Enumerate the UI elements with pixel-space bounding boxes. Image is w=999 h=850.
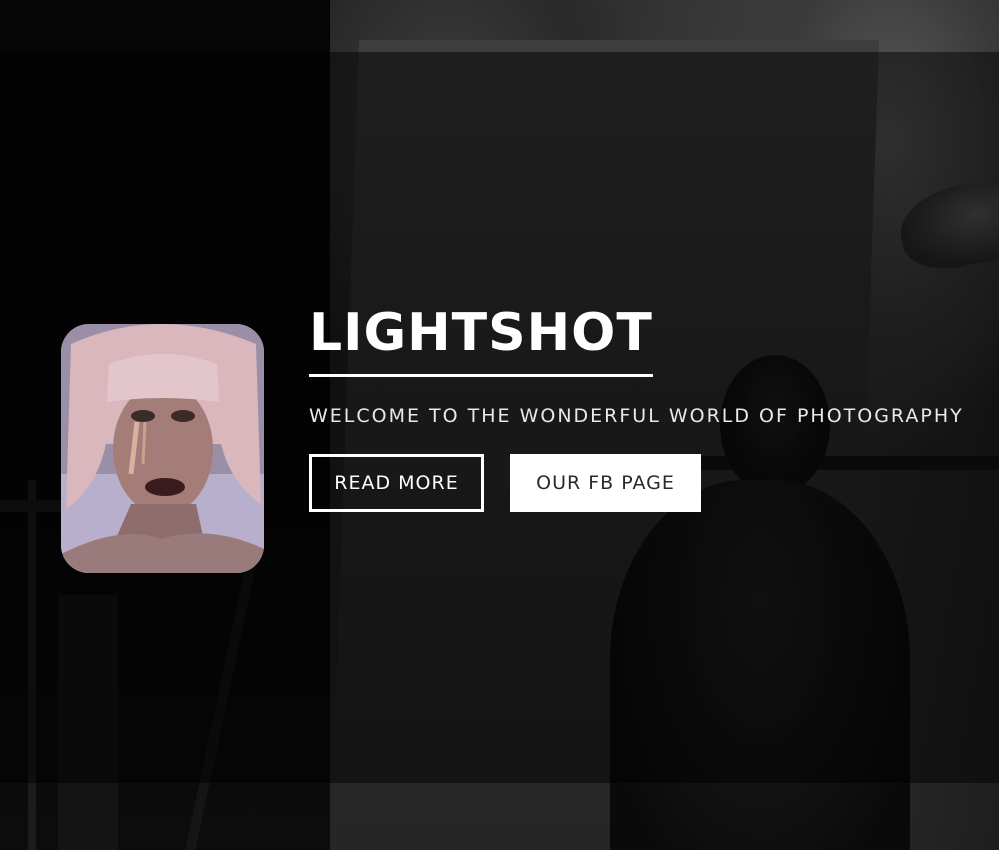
fb-page-button[interactable]: OUR FB PAGE — [510, 454, 701, 512]
read-more-button[interactable]: READ MORE — [309, 454, 484, 512]
portrait-image — [61, 324, 264, 573]
hero-tagline: WELCOME TO THE WONDERFUL WORLD OF PHOTOG… — [309, 405, 964, 427]
hero-buttons: READ MORE OUR FB PAGE — [309, 454, 964, 512]
hero-title: LIGHTSHOT — [309, 300, 653, 377]
hero-content: LIGHTSHOT WELCOME TO THE WONDERFUL WORLD… — [309, 300, 964, 512]
